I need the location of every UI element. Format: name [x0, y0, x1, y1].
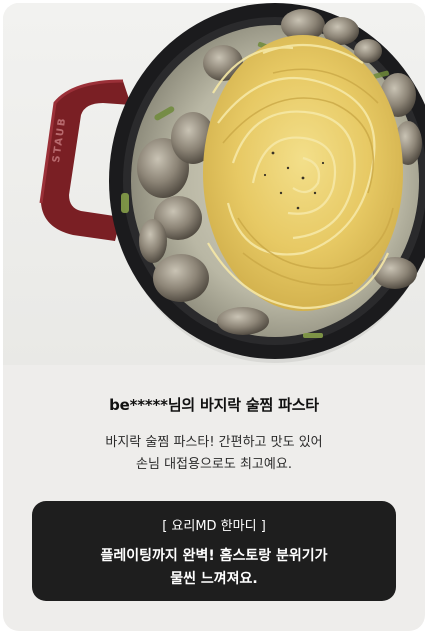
- md-comment-box: [ 요리MD 한마디 ] 플레이팅까지 완벽! 홈스토랑 분위기가 물씬 느껴져…: [32, 501, 396, 601]
- review-title: be*****님의 바지락 술찜 파스타: [109, 396, 319, 414]
- review-description-line: 바지락 술찜 파스타! 간편하고 맛도 있어: [105, 435, 323, 450]
- md-comment-line: 플레이팅까지 완벽! 홈스토랑 분위기가: [100, 548, 328, 564]
- review-card: STAUB be*****님의 바지락 술찜 파스타 바지락 술찜 파스타! 간…: [3, 3, 425, 631]
- review-description-line: 손님 대접용으로도 최고예요.: [136, 457, 292, 472]
- md-comment-line: 물씬 느껴져요.: [170, 571, 258, 587]
- food-photo: STAUB: [3, 3, 425, 365]
- md-comment-text: 플레이팅까지 완벽! 홈스토랑 분위기가 물씬 느껴져요.: [32, 545, 396, 591]
- review-description: 바지락 술찜 파스타! 간편하고 맛도 있어 손님 대접용으로도 최고예요.: [3, 432, 425, 476]
- md-comment-label: [ 요리MD 한마디 ]: [162, 519, 266, 534]
- clam-pasta-pan-image: STAUB: [39, 3, 425, 363]
